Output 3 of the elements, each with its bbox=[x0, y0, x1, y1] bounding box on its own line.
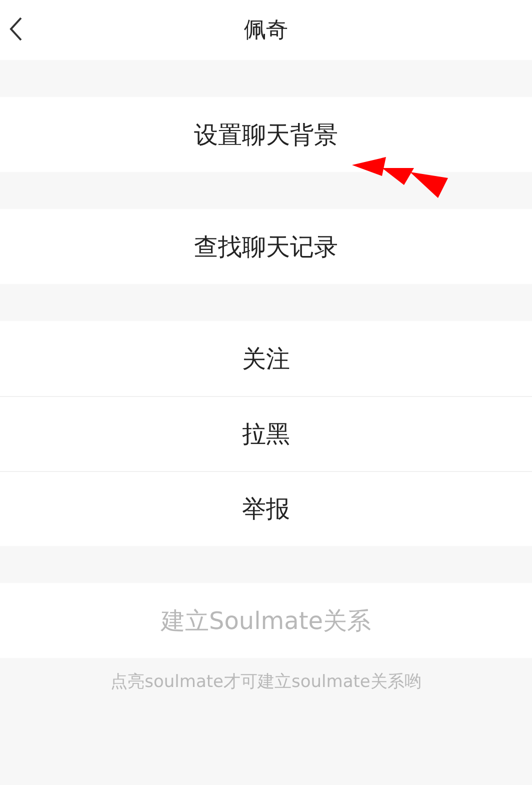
back-icon[interactable] bbox=[8, 16, 24, 42]
page-title: 佩奇 bbox=[244, 17, 288, 45]
hint-text: 点亮soulmate才可建立soulmate关系哟 bbox=[110, 671, 422, 693]
